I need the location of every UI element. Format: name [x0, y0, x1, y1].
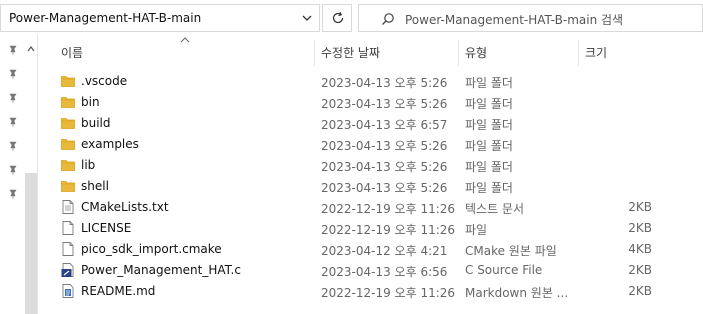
file-name[interactable]: Power_Management_HAT.c: [81, 263, 241, 277]
column-header-type[interactable]: 유형: [465, 44, 487, 61]
search-input[interactable]: Power-Management-HAT-B-main 검색: [405, 11, 623, 28]
file-type: 파일: [465, 223, 488, 237]
file-size: 2KB: [628, 263, 652, 277]
file-row[interactable]: shell 2023-04-13 오후 5:26 파일 폴더: [38, 176, 703, 197]
markdown-file-icon: [60, 283, 76, 299]
file-type: 파일 폴더: [465, 160, 513, 174]
pin-icon[interactable]: [7, 92, 19, 104]
file-date: 2023-04-13 오후 5:26: [321, 76, 448, 90]
file-name[interactable]: LICENSE: [81, 221, 131, 235]
column-header-name[interactable]: 이름: [61, 44, 83, 61]
file-date: 2022-12-19 오후 11:26: [321, 202, 456, 216]
cmake-file-icon: [60, 241, 76, 257]
scroll-up-icon[interactable]: [26, 44, 36, 54]
sort-ascending-icon: [180, 37, 190, 43]
folder-icon: [60, 136, 76, 152]
file-row[interactable]: CMakeLists.txt 2022-12-19 오후 11:26 텍스트 문…: [38, 197, 703, 218]
file-size: 2KB: [628, 221, 652, 235]
pin-icon[interactable]: [7, 116, 19, 128]
file-date: 2023-04-13 오후 5:26: [321, 139, 448, 153]
blank-file-icon: [60, 220, 76, 236]
c-source-file-icon: [60, 262, 76, 278]
file-date: 2022-12-19 오후 11:26: [321, 223, 456, 237]
file-row[interactable]: examples 2023-04-13 오후 5:26 파일 폴더: [38, 134, 703, 155]
file-row[interactable]: pico_sdk_import.cmake 2023-04-12 오후 4:21…: [38, 239, 703, 260]
column-header-size[interactable]: 크기: [585, 44, 607, 61]
file-name[interactable]: .vscode: [81, 74, 127, 88]
chevron-down-icon[interactable]: [299, 10, 315, 26]
file-row[interactable]: build 2023-04-13 오후 6:57 파일 폴더: [38, 113, 703, 134]
pin-icon[interactable]: [7, 44, 19, 56]
file-type: 텍스트 문서: [465, 202, 525, 216]
folder-icon: [60, 157, 76, 173]
file-row[interactable]: bin 2023-04-13 오후 5:26 파일 폴더: [38, 92, 703, 113]
file-type: CMake 원본 파일: [465, 244, 557, 258]
file-type: Markdown 원본 ...: [465, 286, 569, 300]
file-date: 2023-04-13 오후 5:26: [321, 181, 448, 195]
folder-icon: [60, 178, 76, 194]
pin-icon[interactable]: [7, 188, 19, 200]
file-type: 파일 폴더: [465, 181, 513, 195]
file-type: 파일 폴더: [465, 139, 513, 153]
file-date: 2023-04-13 오후 6:57: [321, 118, 448, 132]
refresh-icon: [332, 11, 344, 24]
file-size: 4KB: [628, 242, 652, 256]
file-row[interactable]: .vscode 2023-04-13 오후 5:26 파일 폴더: [38, 71, 703, 92]
pin-icon[interactable]: [7, 140, 19, 152]
pin-icon[interactable]: [7, 164, 19, 176]
search-icon: [382, 13, 394, 25]
pin-icon[interactable]: [7, 68, 19, 80]
file-name[interactable]: shell: [81, 179, 109, 193]
file-date: 2023-04-13 오후 6:56: [321, 265, 448, 279]
file-name[interactable]: build: [81, 116, 111, 130]
folder-icon: [60, 115, 76, 131]
file-name[interactable]: lib: [81, 158, 95, 172]
file-type: C Source File: [465, 263, 543, 277]
file-type: 파일 폴더: [465, 118, 513, 132]
file-row[interactable]: Power_Management_HAT.c 2023-04-13 오후 6:5…: [38, 260, 703, 281]
file-date: 2023-04-12 오후 4:21: [321, 244, 448, 258]
text-file-icon: [60, 199, 76, 215]
address-bar[interactable]: Power-Management-HAT-B-main: [0, 4, 320, 32]
file-size: 2KB: [628, 284, 652, 298]
file-name[interactable]: examples: [81, 137, 139, 151]
file-date: 2022-12-19 오후 11:26: [321, 286, 456, 300]
search-box[interactable]: Power-Management-HAT-B-main 검색: [358, 4, 703, 32]
column-divider[interactable]: [458, 40, 459, 66]
file-row[interactable]: README.md 2022-12-19 오후 11:26 Markdown 원…: [38, 281, 703, 302]
column-divider[interactable]: [578, 40, 579, 66]
file-size: 2KB: [628, 200, 652, 214]
file-row[interactable]: lib 2023-04-13 오후 5:26 파일 폴더: [38, 155, 703, 176]
file-name[interactable]: bin: [81, 95, 100, 109]
folder-icon: [60, 94, 76, 110]
column-divider[interactable]: [314, 40, 315, 66]
file-date: 2023-04-13 오후 5:26: [321, 97, 448, 111]
file-row[interactable]: LICENSE 2022-12-19 오후 11:26 파일 2KB: [38, 218, 703, 239]
refresh-button[interactable]: [322, 4, 352, 32]
file-name[interactable]: README.md: [81, 284, 155, 298]
column-header-date[interactable]: 수정한 날짜: [321, 44, 380, 61]
file-type: 파일 폴더: [465, 76, 513, 90]
file-date: 2023-04-13 오후 5:26: [321, 160, 448, 174]
folder-icon: [60, 73, 76, 89]
scrollbar-thumb[interactable]: [25, 173, 37, 314]
file-name[interactable]: CMakeLists.txt: [81, 200, 169, 214]
address-path[interactable]: Power-Management-HAT-B-main: [9, 11, 201, 25]
file-type: 파일 폴더: [465, 97, 513, 111]
file-name[interactable]: pico_sdk_import.cmake: [81, 242, 222, 256]
